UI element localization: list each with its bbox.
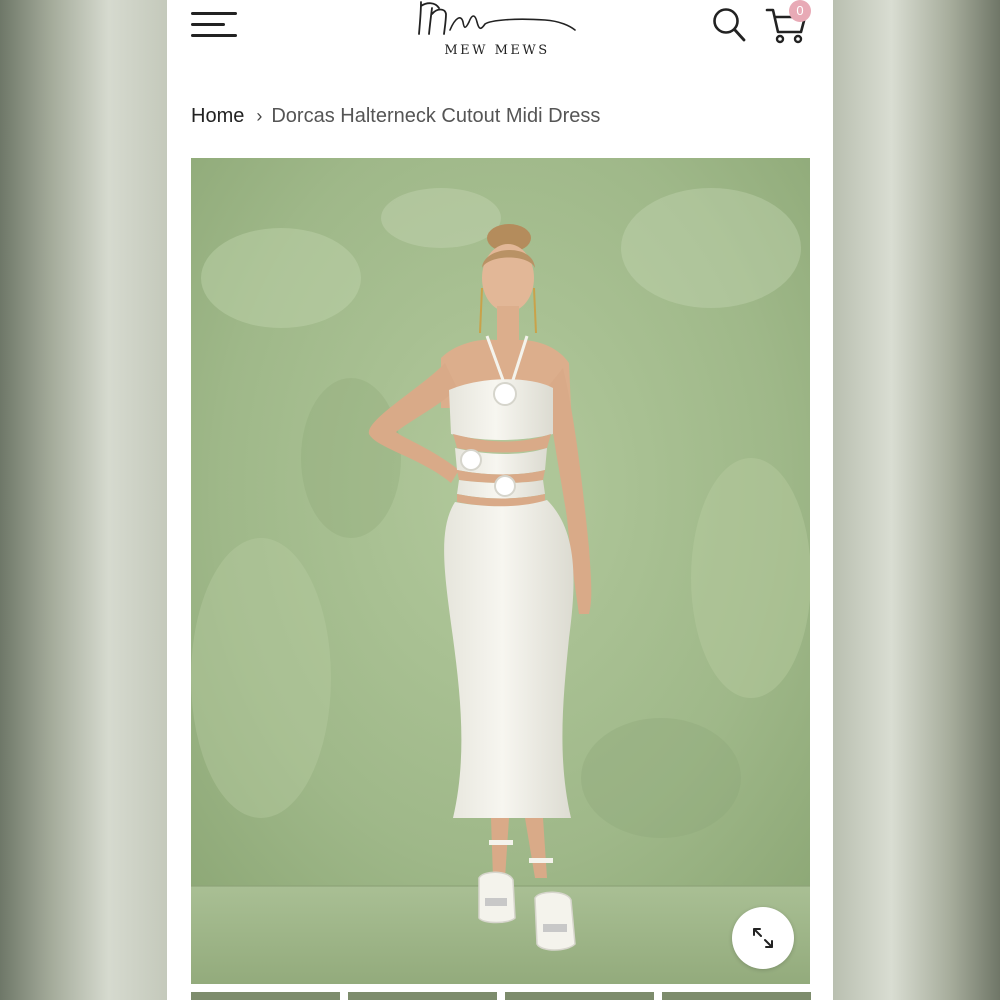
thumbnail[interactable] bbox=[348, 992, 497, 1000]
background-left bbox=[0, 0, 167, 1000]
thumbnail[interactable] bbox=[505, 992, 654, 1000]
background-right bbox=[833, 0, 1000, 1000]
breadcrumb-home-link[interactable]: Home bbox=[191, 105, 244, 127]
cart-count-badge: 0 bbox=[789, 0, 811, 22]
brand-logo[interactable]: MEW MEWS bbox=[397, 0, 597, 64]
header: MEW MEWS 0 bbox=[167, 0, 833, 75]
product-main-image[interactable] bbox=[191, 158, 810, 984]
product-photo bbox=[191, 158, 810, 984]
breadcrumb: Home › Dorcas Halterneck Cutout Midi Dress bbox=[191, 105, 600, 131]
chevron-right-icon: › bbox=[256, 106, 263, 126]
thumbnail[interactable] bbox=[662, 992, 811, 1000]
hamburger-menu-icon[interactable] bbox=[191, 10, 237, 40]
brand-name: MEW MEWS bbox=[444, 43, 550, 58]
signature-script-logo bbox=[418, 1, 576, 35]
product-page: MEW MEWS 0 Home › Dorcas Halterneck Cutout… bbox=[167, 0, 833, 1000]
expand-arrows-icon[interactable] bbox=[732, 907, 794, 969]
breadcrumb-current: Dorcas Halterneck Cutout Midi Dress bbox=[271, 105, 601, 127]
search-icon[interactable] bbox=[711, 6, 747, 44]
gallery-thumbnails bbox=[191, 992, 811, 1000]
thumbnail[interactable] bbox=[191, 992, 340, 1000]
